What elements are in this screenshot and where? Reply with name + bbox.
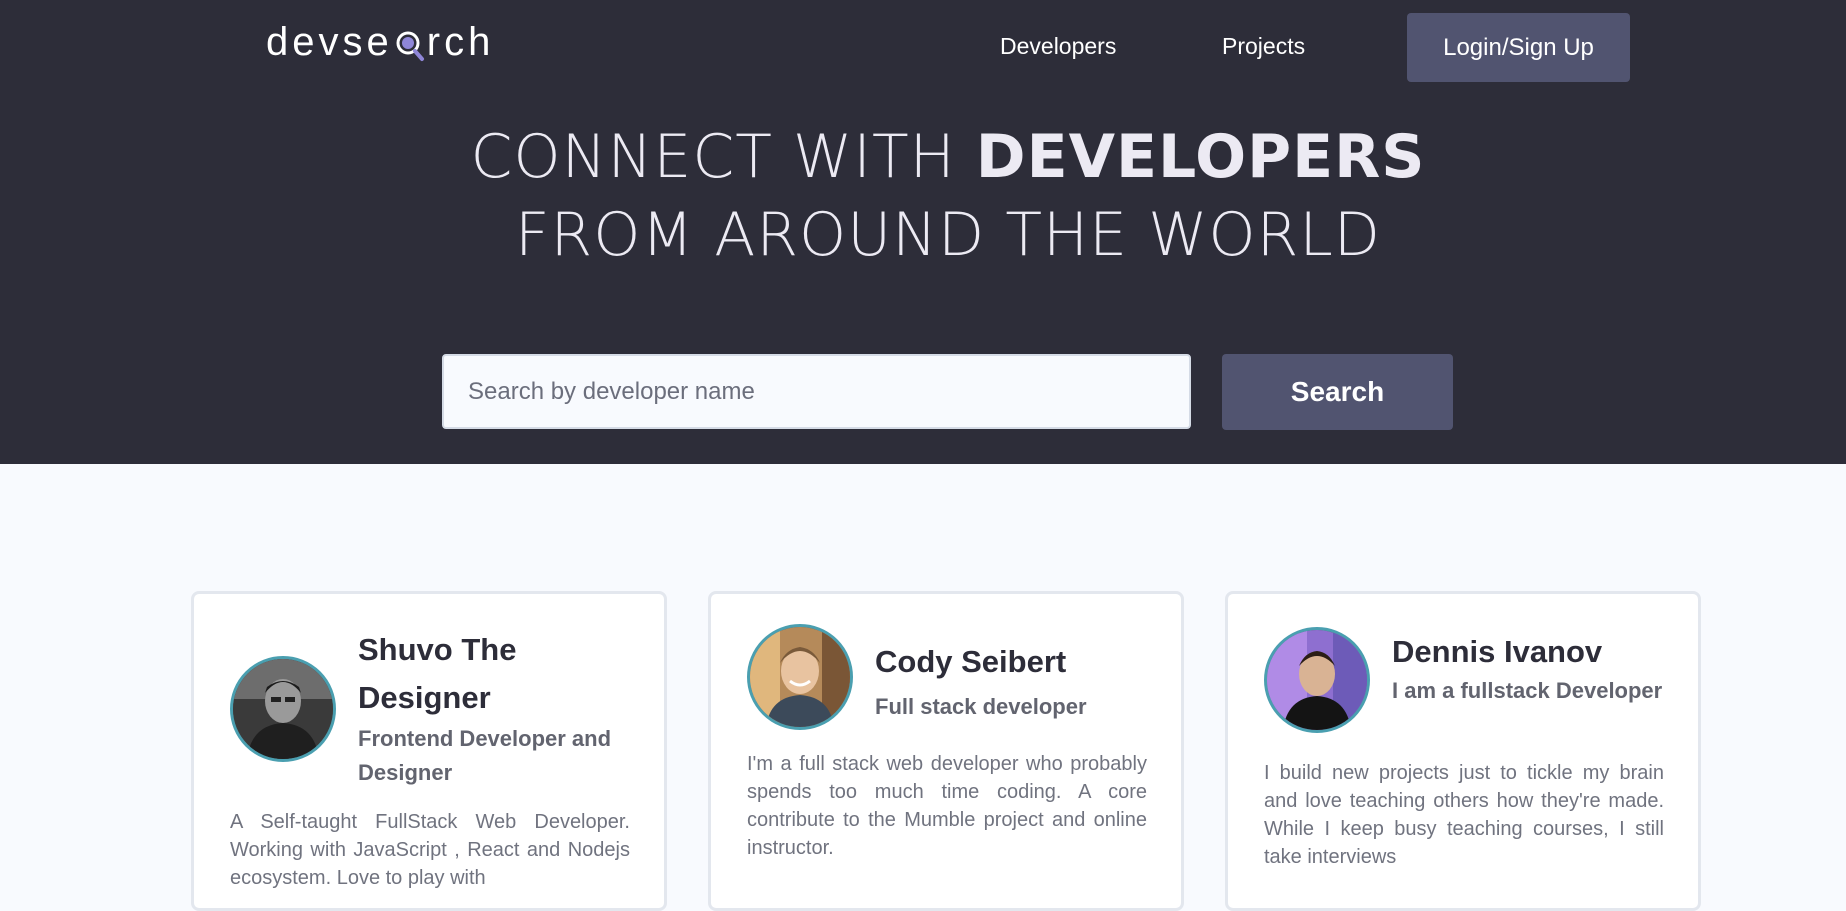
hero-section: devse rch Developers Projects Login/Sign… <box>0 0 1846 464</box>
developer-bio: I build new projects just to tickle my b… <box>1264 762 1664 868</box>
developer-title: Frontend Developer and Designer <box>358 726 612 785</box>
developer-name: Dennis Ivanov <box>1392 634 1603 669</box>
devsearch-logo[interactable]: devse rch <box>266 18 494 66</box>
avatar <box>747 624 853 730</box>
magnifier-icon <box>395 22 425 62</box>
developer-card[interactable]: Dennis Ivanov I am a fullstack Developer… <box>1225 591 1701 911</box>
headline-bold: DEVELOPERS <box>975 122 1426 192</box>
search-button[interactable]: Search <box>1222 354 1453 430</box>
nav-developers-link[interactable]: Developers <box>1000 30 1116 62</box>
developer-card[interactable]: Shuvo The Designer Frontend Developer an… <box>191 591 667 911</box>
developer-name: Shuvo The Designer <box>358 632 517 715</box>
avatar <box>1264 627 1370 733</box>
hero-headline: CONNECT WITH DEVELOPERS FROM AROUND THE … <box>0 118 1846 274</box>
headline-prefix: CONNECT WITH <box>470 122 976 192</box>
avatar <box>230 656 336 762</box>
developer-title: Full stack developer <box>875 694 1087 719</box>
developer-name: Cody Seibert <box>875 644 1067 679</box>
logo-text-end: rch <box>426 20 495 64</box>
developer-bio: I'm a full stack web developer who proba… <box>747 753 1147 859</box>
headline-line-1: CONNECT WITH DEVELOPERS <box>0 118 1846 196</box>
developer-card[interactable]: Cody Seibert Full stack developer I'm a … <box>708 591 1184 911</box>
developer-title: I am a fullstack Developer <box>1392 678 1663 703</box>
search-input[interactable] <box>442 354 1191 429</box>
logo-text-start: devse <box>266 20 393 64</box>
developer-bio: A Self-taught FullStack Web Developer. W… <box>230 811 630 889</box>
nav-projects-link[interactable]: Projects <box>1222 30 1305 62</box>
headline-line-2: FROM AROUND THE WORLD <box>515 200 1381 270</box>
login-signup-button[interactable]: Login/Sign Up <box>1407 13 1630 82</box>
